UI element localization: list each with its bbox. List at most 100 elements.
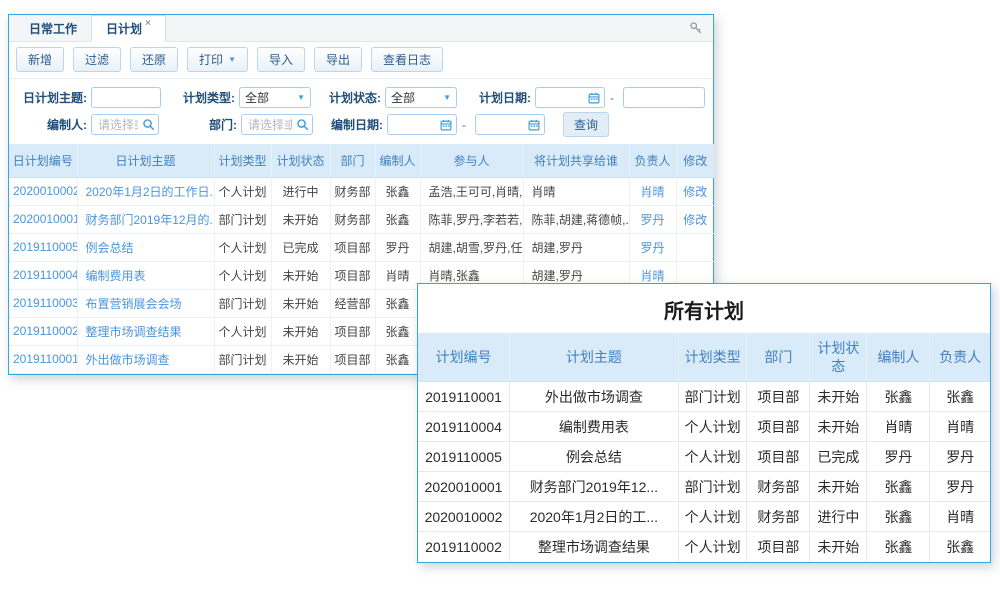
plan-subject-link[interactable]: 外出做市场调查 [86, 353, 170, 367]
table-row[interactable]: 2020010001财务部门2019年12月的...部门计划未开始财务部张鑫陈菲… [9, 205, 714, 233]
plan-date-to-input[interactable] [626, 91, 700, 105]
close-icon[interactable]: × [145, 18, 151, 29]
create-date-to-input[interactable] [478, 118, 528, 132]
toolbar-button-import[interactable]: 导入 [257, 47, 305, 72]
toolbar-button-view-log[interactable]: 查看日志 [371, 47, 443, 72]
cell: 未开始 [271, 289, 330, 317]
owner-link[interactable]: 肖晴 [640, 269, 664, 283]
cell: 个人计划 [214, 177, 271, 205]
tab-daily-work[interactable]: 日常工作 [15, 15, 91, 41]
table-row[interactable]: 2020010001财务部门2019年12...部门计划财务部未开始张鑫罗丹 [418, 472, 990, 502]
table-row[interactable]: 20200100022020年1月2日的工...个人计划财务部进行中张鑫肖晴 [418, 502, 990, 532]
cell: 编制费用表 [77, 261, 214, 289]
column-header[interactable]: 计划类型 [678, 334, 747, 382]
search-button[interactable]: 查询 [563, 112, 609, 137]
filter-label-dept: 部门: [159, 116, 237, 133]
table-row[interactable]: 2019110002整理市场调查结果个人计划项目部未开始张鑫张鑫 [418, 532, 990, 562]
column-header[interactable]: 计划状态 [810, 334, 867, 382]
plan-id-link[interactable]: 2019110004 [13, 268, 77, 282]
column-header[interactable]: 计划状态 [271, 144, 330, 177]
all-plans-panel: 所有计划 计划编号计划主题计划类型部门计划状态编制人负责人 2019110001… [417, 283, 991, 563]
cell: 项目部 [330, 261, 375, 289]
plan-subject-link[interactable]: 财务部门2019年12月的... [86, 213, 215, 227]
button-label: 过滤 [85, 51, 109, 68]
cell: 个人计划 [214, 261, 271, 289]
cell: 2020年1月2日的工... [510, 502, 679, 532]
cell: 已完成 [271, 233, 330, 261]
type-select[interactable]: 全部 ▼ [239, 87, 311, 108]
plan-id-link[interactable]: 2019110001 [13, 352, 77, 366]
toolbar-button-export[interactable]: 导出 [314, 47, 362, 72]
status-select-value: 全部 [391, 89, 415, 106]
modify-link[interactable]: 修改 [683, 213, 707, 227]
cell: 部门计划 [214, 345, 271, 373]
cell: 罗丹 [930, 442, 990, 472]
column-header[interactable]: 计划编号 [418, 334, 510, 382]
search-icon[interactable] [142, 118, 155, 131]
column-header[interactable]: 编制人 [867, 334, 930, 382]
column-header[interactable]: 编制人 [375, 144, 420, 177]
column-header[interactable]: 部门 [747, 334, 810, 382]
subject-input[interactable] [92, 91, 160, 105]
toolbar-button-new[interactable]: 新增 [16, 47, 64, 72]
plan-id-link[interactable]: 2020010002 [13, 184, 77, 198]
date-range-dash: - [610, 91, 614, 105]
modify-link[interactable]: 修改 [683, 185, 707, 199]
cell [676, 233, 714, 261]
owner-link[interactable]: 罗丹 [640, 213, 664, 227]
create-date-from-input[interactable] [390, 118, 440, 132]
calendar-icon[interactable] [528, 119, 540, 131]
table-row[interactable]: 2019110005例会总结个人计划已完成项目部罗丹胡建,胡雪,罗丹,任晓...… [9, 233, 714, 261]
tab-daily-plan[interactable]: 日计划× [91, 15, 166, 42]
owner-link[interactable]: 肖晴 [640, 185, 664, 199]
key-icon[interactable] [689, 21, 703, 35]
column-header[interactable]: 日计划编号 [9, 144, 77, 177]
plan-subject-link[interactable]: 2020年1月2日的工作日... [86, 185, 215, 199]
table-row[interactable]: 2019110005例会总结个人计划项目部已完成罗丹罗丹 [418, 442, 990, 472]
dept-input[interactable] [244, 118, 296, 132]
plan-subject-link[interactable]: 编制费用表 [86, 269, 146, 283]
cell: 部门计划 [678, 382, 747, 412]
toolbar-button-restore[interactable]: 还原 [130, 47, 178, 72]
table-row[interactable]: 2019110001外出做市场调查部门计划项目部未开始张鑫张鑫 [418, 382, 990, 412]
plan-id-link[interactable]: 2019110005 [13, 240, 77, 254]
date-range-dash: - [462, 118, 466, 132]
plan-id-link[interactable]: 2020010001 [13, 212, 77, 226]
plan-id-link[interactable]: 2019110002 [13, 324, 77, 338]
cell: 项目部 [330, 317, 375, 345]
toolbar-button-print[interactable]: 打印▼ [187, 47, 248, 72]
column-header[interactable]: 修改 [676, 144, 714, 177]
column-header[interactable]: 负责人 [930, 334, 990, 382]
toolbar-button-filter[interactable]: 过滤 [73, 47, 121, 72]
column-header[interactable]: 部门 [330, 144, 375, 177]
plan-date-from-field [535, 87, 605, 108]
column-header[interactable]: 将计划共享给谁 [523, 144, 629, 177]
column-header[interactable]: 日计划主题 [77, 144, 214, 177]
cell: 胡建,罗丹 [523, 233, 629, 261]
cell: 张鑫 [930, 532, 990, 562]
plan-subject-link[interactable]: 例会总结 [86, 241, 134, 255]
cell: 例会总结 [77, 233, 214, 261]
plan-subject-link[interactable]: 整理市场调查结果 [86, 325, 182, 339]
cell: 张鑫 [867, 382, 930, 412]
table-row[interactable]: 20200100022020年1月2日的工作日...个人计划进行中财务部张鑫孟浩… [9, 177, 714, 205]
column-header[interactable]: 计划类型 [214, 144, 271, 177]
search-icon[interactable] [296, 118, 309, 131]
cell: 未开始 [271, 317, 330, 345]
column-header[interactable]: 参与人 [420, 144, 523, 177]
creator-input[interactable] [94, 118, 142, 132]
calendar-icon[interactable] [440, 119, 452, 131]
plan-subject-link[interactable]: 布置营销展会会场 [86, 297, 182, 311]
owner-link[interactable]: 罗丹 [640, 241, 664, 255]
cell: 陈菲,胡建,蒋德帧,... [523, 205, 629, 233]
plan-date-from-input[interactable] [538, 91, 588, 105]
status-select[interactable]: 全部 ▼ [385, 87, 457, 108]
column-header[interactable]: 计划主题 [510, 334, 679, 382]
calendar-icon[interactable] [588, 92, 600, 104]
column-header[interactable]: 负责人 [629, 144, 676, 177]
plan-id-link[interactable]: 2019110003 [13, 296, 77, 310]
cell: 未开始 [271, 261, 330, 289]
cell: 罗丹 [867, 442, 930, 472]
table-row[interactable]: 2019110004编制费用表个人计划项目部未开始肖晴肖晴 [418, 412, 990, 442]
cell: 罗丹 [375, 233, 420, 261]
